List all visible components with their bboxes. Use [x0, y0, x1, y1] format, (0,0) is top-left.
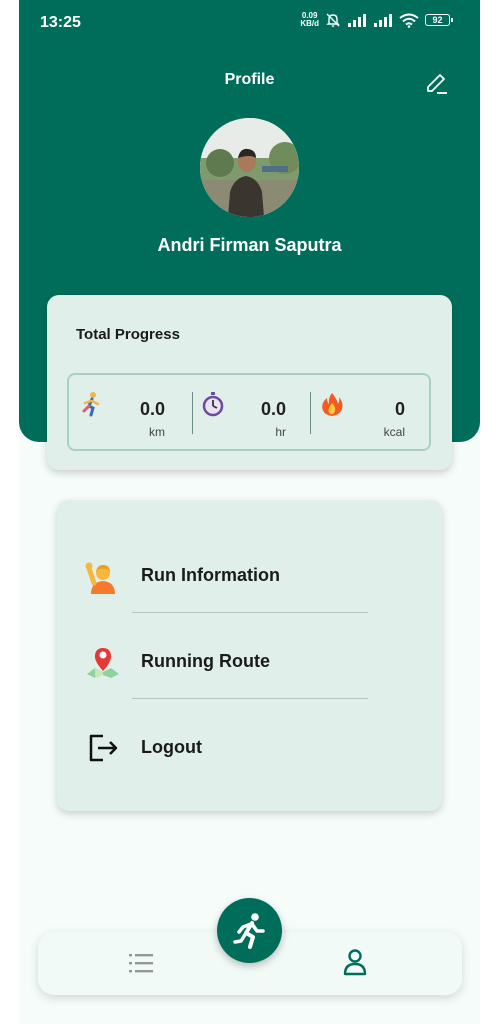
stat-value: 0 — [394, 399, 405, 419]
mute-bell-icon — [326, 13, 340, 27]
menu-item-logout[interactable]: Logout — [57, 716, 442, 776]
app-screen: 13:25 0.09 KB/d 92 Profile Andri Firman … — [19, 0, 480, 1024]
battery-indicator: 92 — [425, 14, 453, 26]
progress-title: Total Progress — [76, 326, 180, 343]
start-run-button[interactable] — [217, 898, 282, 963]
menu-item-running-route[interactable]: Running Route — [57, 630, 442, 690]
user-name: Andri Firman Saputra — [157, 235, 342, 255]
menu-divider — [132, 698, 368, 699]
logout-icon — [89, 734, 118, 762]
fire-icon — [322, 393, 343, 416]
stat-distance: 0.0 km — [69, 375, 189, 449]
menu-label: Running Route — [141, 651, 270, 671]
menu-item-run-information[interactable]: Run Information — [57, 544, 442, 604]
battery-level: 92 — [432, 15, 443, 25]
list-icon[interactable] — [127, 950, 155, 976]
stat-calories: 0 kcal — [309, 375, 429, 449]
total-progress-card: Total Progress 0.0 km 0.0 hr 0 kcal — [47, 295, 452, 470]
run-icon — [232, 912, 265, 949]
stat-unit: kcal — [383, 425, 405, 439]
status-time: 13:25 — [40, 14, 81, 31]
menu-divider — [132, 612, 368, 613]
profile-icon[interactable] — [340, 947, 370, 977]
person-raising-hand-icon — [85, 562, 115, 594]
network-speed-unit: KB/d — [300, 19, 319, 28]
signal-icon — [348, 14, 366, 27]
edit-icon[interactable] — [423, 70, 451, 98]
status-bar: 13:25 0.09 KB/d 92 — [19, 0, 480, 46]
runner-icon — [82, 392, 100, 417]
stat-unit: hr — [275, 425, 286, 439]
network-speed: 0.09 KB/d — [300, 12, 319, 28]
stat-unit: km — [149, 425, 165, 439]
menu-card: Run Information Running Route Logout — [57, 500, 442, 811]
stat-value: 0.0 — [139, 399, 165, 419]
avatar-photo — [200, 118, 299, 217]
status-icons: 0.09 KB/d 92 — [300, 12, 453, 28]
wifi-icon — [399, 13, 419, 28]
menu-label: Run Information — [141, 565, 280, 585]
page-title: Profile — [224, 71, 275, 88]
stopwatch-icon — [202, 392, 224, 417]
menu-label: Logout — [141, 737, 202, 757]
stat-value: 0.0 — [260, 399, 286, 419]
signal-icon-2 — [374, 14, 392, 27]
avatar[interactable] — [200, 118, 299, 217]
stats-box: 0.0 km 0.0 hr 0 kcal — [67, 373, 431, 451]
stat-duration: 0.0 hr — [190, 375, 310, 449]
map-pin-icon — [87, 648, 119, 678]
